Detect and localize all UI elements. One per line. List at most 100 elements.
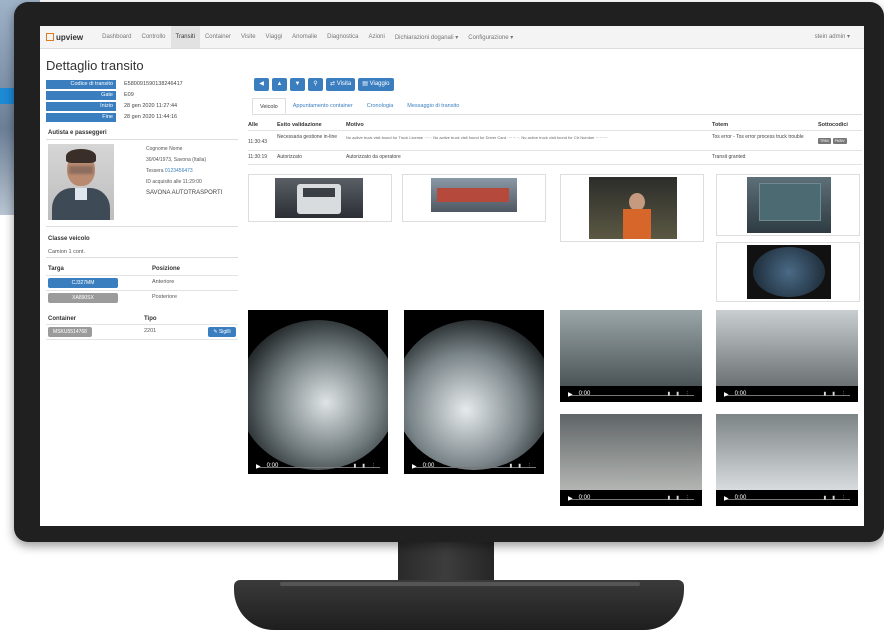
nav-container[interactable]: Container — [200, 26, 236, 48]
tab-cronologia[interactable]: Cronologia — [360, 98, 401, 114]
vehicle-class: Camion 1 cont. — [46, 248, 238, 258]
viaggio-button[interactable]: ▤ Viaggio — [358, 78, 394, 91]
tessera-link[interactable]: 0123456473 — [165, 168, 193, 174]
meta-label: Fine — [46, 112, 116, 122]
video-player[interactable]: ▶ 0:00 ▮▮⋮ — [560, 414, 702, 506]
video-frame — [716, 310, 858, 386]
plate-position: Posteriore — [152, 294, 178, 300]
monitor-screen: upview Dashboard Controllo Transiti Cont… — [40, 26, 864, 526]
nav-transiti[interactable]: Transiti — [170, 26, 200, 48]
col-sottocodici: Sottocodici — [818, 122, 848, 128]
fisheye-frame — [248, 320, 388, 470]
divider — [46, 139, 238, 140]
plate-badge[interactable]: XA890SX — [48, 293, 118, 303]
video-time: 0:00 — [422, 463, 435, 469]
plate-position: Anteriore — [152, 279, 175, 285]
play-icon[interactable]: ▶ — [568, 495, 573, 502]
meta-value: E580091590138246417 — [124, 81, 183, 87]
fisheye-frame — [404, 320, 544, 470]
nav-visite[interactable]: Visite — [236, 26, 261, 48]
divider — [46, 275, 238, 276]
tessera-label: Tessera — [146, 168, 164, 174]
prev-icon[interactable]: ◀ — [254, 78, 269, 91]
video-player[interactable]: ▶ 0:00 ▮▮⋮ — [404, 310, 544, 474]
nav-azioni[interactable]: Azioni — [364, 26, 390, 48]
camera-thumbnail[interactable] — [716, 242, 860, 302]
driver-cab-image — [589, 177, 677, 239]
volume-icon[interactable]: ▮▮⋮ — [353, 463, 382, 469]
code-badge: TRMI — [818, 138, 831, 144]
fisheye-lens — [753, 247, 825, 297]
detail-tabs: Veicolo Appuntamento container Cronologi… — [252, 98, 862, 115]
meta-row: Codice di transito E580091590138246417 — [46, 79, 236, 89]
meta-label: Codice di transito — [46, 79, 116, 89]
background-strip — [0, 88, 14, 104]
col-posizione: Posizione — [152, 266, 181, 272]
volume-icon[interactable]: ▮▮⋮ — [823, 391, 852, 397]
nav-controllo[interactable]: Controllo — [136, 26, 170, 48]
truck-front-image — [275, 178, 363, 218]
fisheye-image — [747, 245, 831, 299]
container-image — [747, 177, 831, 233]
play-icon[interactable]: ▶ — [256, 463, 261, 470]
video-player[interactable]: ▶ 0:00 ▮▮⋮ — [560, 310, 702, 402]
meta-value: 28 gen 2020 11:27:44 — [124, 103, 178, 109]
top-navbar: upview Dashboard Controllo Transiti Cont… — [40, 26, 864, 49]
volume-icon[interactable]: ▮▮⋮ — [509, 463, 538, 469]
nav-diagnostica[interactable]: Diagnostica — [322, 26, 363, 48]
event-time: 11:30:43 — [248, 139, 268, 145]
search-icon[interactable]: ⚲ — [308, 78, 323, 91]
col-alle: Alle — [248, 122, 259, 128]
volume-icon[interactable]: ▮▮⋮ — [667, 391, 696, 397]
meta-label: Gate — [46, 90, 116, 100]
play-icon[interactable]: ▶ — [724, 391, 729, 398]
monitor-stand-highlight — [280, 582, 640, 586]
col-container: Container — [48, 316, 77, 322]
nav-anomalie[interactable]: Anomalie — [287, 26, 322, 48]
tab-veicolo[interactable]: Veicolo — [252, 98, 286, 114]
user-menu[interactable]: stein admin ▾ — [815, 33, 850, 40]
volume-icon[interactable]: ▮▮⋮ — [667, 495, 696, 501]
video-player[interactable]: ▶ 0:00 ▮▮⋮ — [248, 310, 388, 474]
container-type: 2201 — [144, 328, 157, 334]
video-player[interactable]: ▶ 0:00 ▮▮⋮ — [716, 414, 858, 506]
tab-messaggio[interactable]: Messaggio di transito — [400, 98, 466, 114]
col-targa: Targa — [48, 266, 64, 272]
camera-thumbnail[interactable] — [402, 174, 546, 222]
divider — [248, 130, 862, 131]
meta-row: Inizio 28 gen 2020 11:27:44 — [46, 101, 236, 111]
chevron-up-icon[interactable]: ▲ — [272, 78, 287, 91]
meta-label: Inizio — [46, 101, 116, 111]
plate-badge[interactable]: CJ327MM — [48, 278, 118, 288]
visita-button[interactable]: ⇄ Visita — [326, 78, 356, 91]
tab-appuntamento[interactable]: Appuntamento container — [286, 98, 360, 114]
camera-thumbnail[interactable] — [560, 174, 704, 242]
col-totem: Totem — [712, 122, 729, 128]
camera-thumbnail[interactable] — [248, 174, 392, 222]
app-logo[interactable]: upview — [46, 33, 83, 42]
play-icon[interactable]: ▶ — [568, 391, 573, 398]
col-tipo: Tipo — [144, 316, 157, 322]
divider — [46, 290, 238, 291]
play-icon[interactable]: ▶ — [412, 463, 417, 470]
photo-blur — [69, 166, 93, 174]
camera-thumbnail[interactable] — [716, 174, 860, 236]
nav-viaggi[interactable]: Viaggi — [261, 26, 288, 48]
container-badge[interactable]: MSKU5514768 — [48, 327, 92, 337]
code-badge: PMNV — [832, 138, 847, 144]
meta-value: E09 — [124, 92, 134, 98]
logo-text: upview — [56, 32, 84, 42]
meta-row: Fine 28 gen 2020 11:44:16 — [46, 112, 236, 122]
nav-dichiarazioni[interactable]: Dichiarazioni doganali ▾ — [390, 26, 463, 48]
video-player[interactable]: ▶ 0:00 ▮▮⋮ — [716, 310, 858, 402]
monitor-stand-base — [234, 580, 684, 630]
sigilli-button[interactable]: ✎ Sigilli — [208, 327, 236, 337]
event-esito: Necessaria gestione in-line — [277, 134, 338, 140]
nav-dashboard[interactable]: Dashboard — [97, 26, 136, 48]
nav-toolbar: ◀ ▲ ▼ ⚲ ⇄ Visita ▤ Viaggio — [254, 78, 394, 91]
volume-icon[interactable]: ▮▮⋮ — [823, 495, 852, 501]
event-esito: Autorizzato — [277, 154, 303, 160]
nav-configurazione[interactable]: Configurazione ▾ — [463, 26, 518, 48]
chevron-down-icon[interactable]: ▼ — [290, 78, 305, 91]
play-icon[interactable]: ▶ — [724, 495, 729, 502]
